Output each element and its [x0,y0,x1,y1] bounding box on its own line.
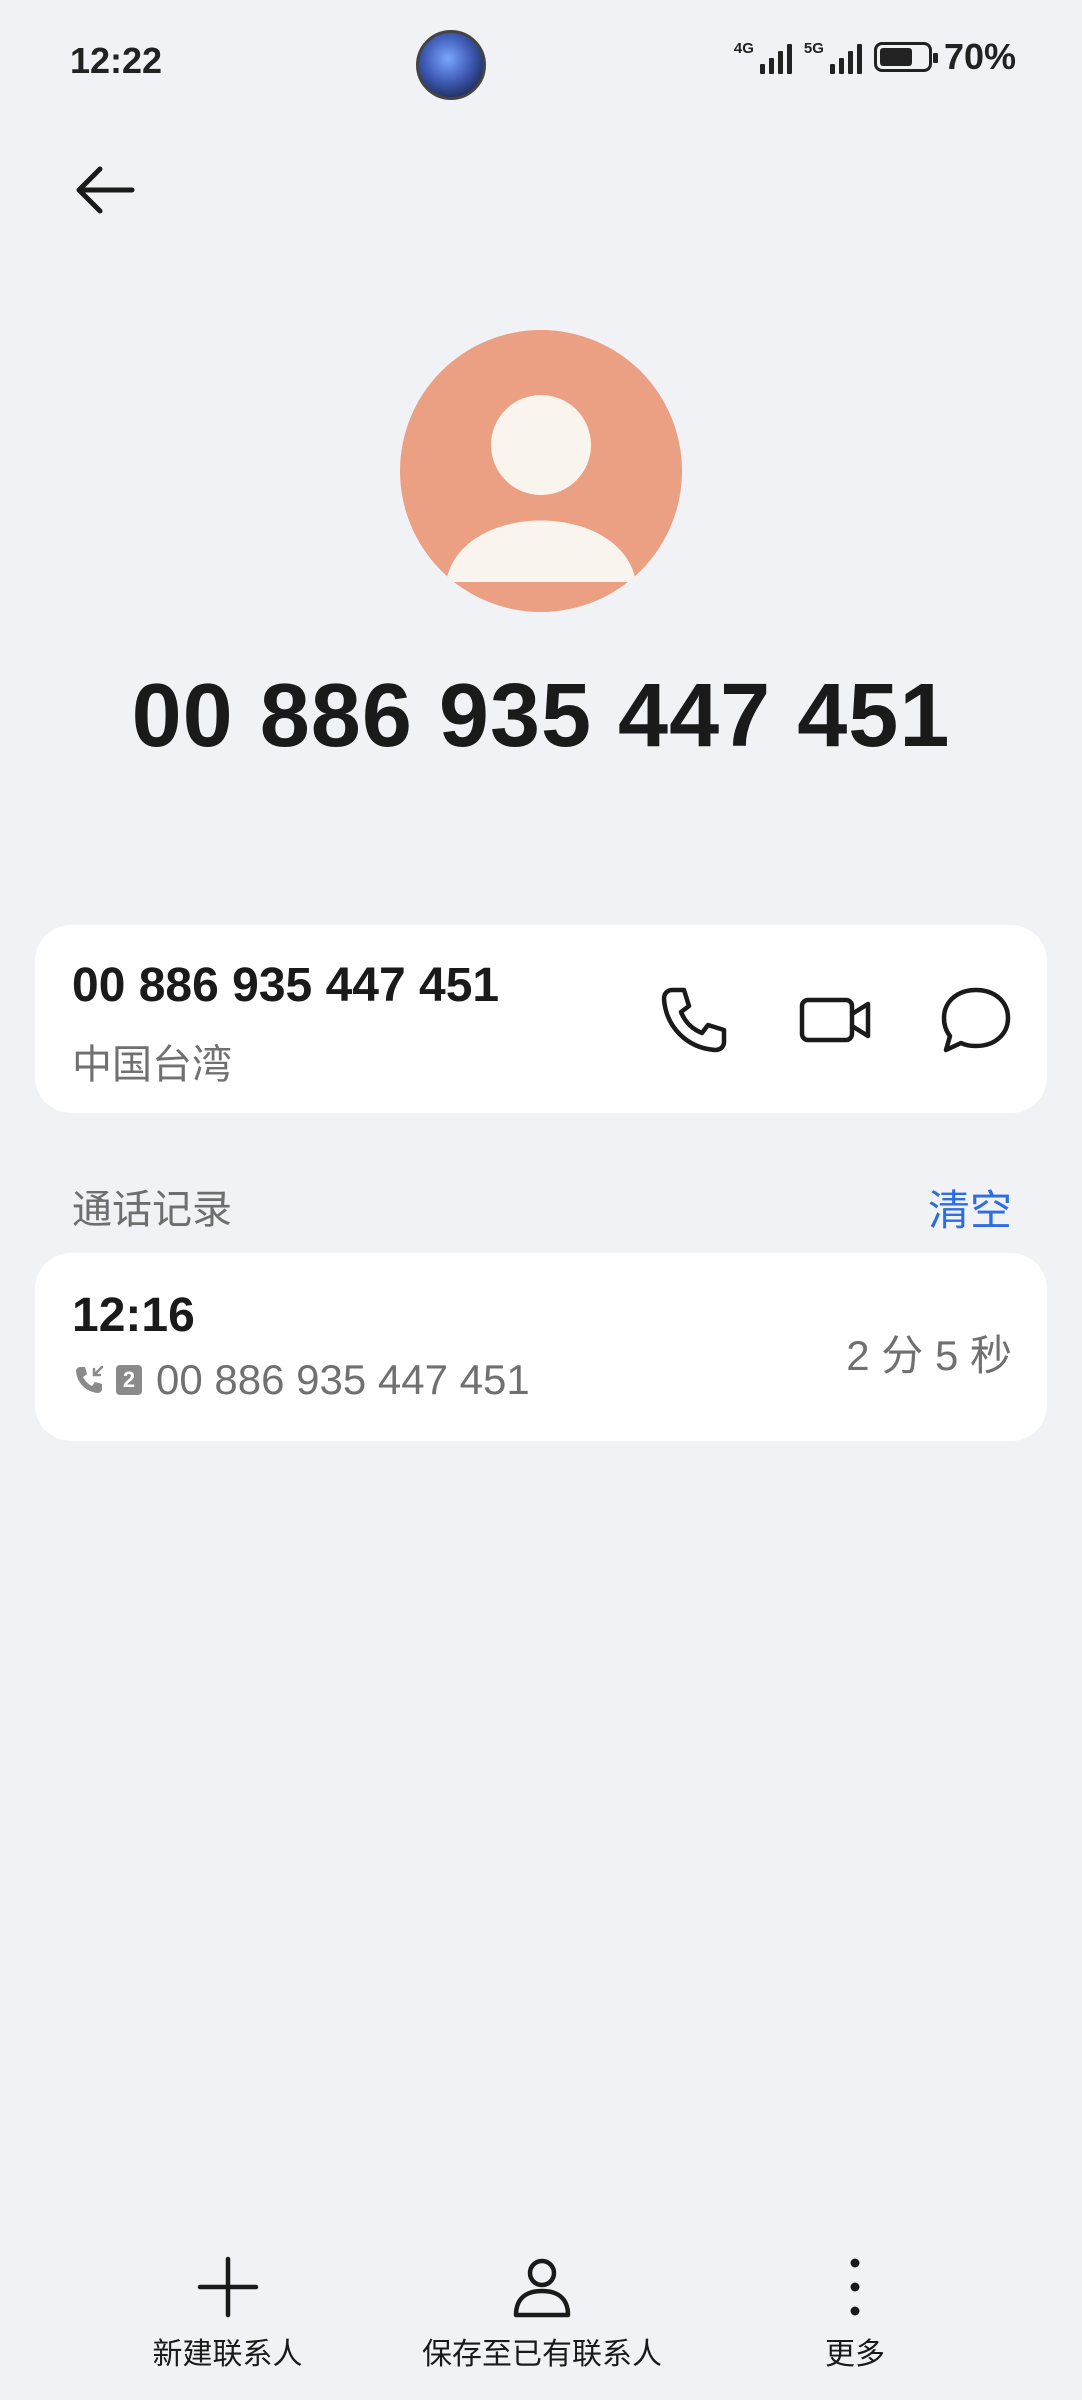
new-contact-label: 新建联系人 [152,2337,303,2372]
message-bubble-icon [941,987,1011,1053]
more-button[interactable]: 更多 [800,2255,910,2373]
call-duration: 2 分 5 秒 [846,1332,1012,1379]
status-indicators: 4G 5G 70% [734,36,1016,78]
network-type-label: 4G [733,40,754,57]
video-call-button[interactable] [796,980,876,1060]
back-button[interactable] [70,155,140,225]
more-vertical-icon [850,2258,860,2316]
notification-app-icon [416,30,486,100]
new-contact-button[interactable]: 新建联系人 [150,2255,305,2373]
plus-icon [197,2256,258,2318]
signal-5g-icon: 5G [804,40,862,74]
call-time: 12:16 [72,1289,195,1342]
message-button[interactable] [936,980,1016,1060]
person-placeholder-icon [446,395,636,582]
call-log-title: 通话记录 [72,1188,232,1232]
phone-icon [661,987,727,1053]
sim-badge: 2 [116,1365,142,1395]
person-icon [513,2258,571,2318]
battery-icon [873,42,938,72]
save-to-existing-label: 保存至已有联系人 [422,2337,662,2372]
call-number: 00 886 935 447 451 [156,1356,530,1403]
status-time: 12:22 [70,40,163,81]
number-location: 中国台湾 [72,1043,232,1087]
save-to-existing-button[interactable]: 保存至已有联系人 [412,2255,672,2373]
call-detail-line: 2 00 886 935 447 451 [72,1356,530,1404]
contact-number-headline: 00 886 935 447 451 [131,666,951,766]
call-button[interactable] [654,980,734,1060]
incoming-call-icon [76,1365,104,1393]
signal-4g-icon: 4G [734,40,792,74]
video-camera-icon [799,997,871,1043]
battery-percent: 70% [943,36,1016,77]
clear-log-button[interactable]: 清空 [928,1177,1012,1238]
more-label: 更多 [825,2337,885,2372]
contact-avatar [400,330,682,612]
network-type-label: 5G [803,40,824,57]
arrow-left-icon [76,166,135,214]
phone-number[interactable]: 00 886 935 447 451 [72,958,499,1013]
